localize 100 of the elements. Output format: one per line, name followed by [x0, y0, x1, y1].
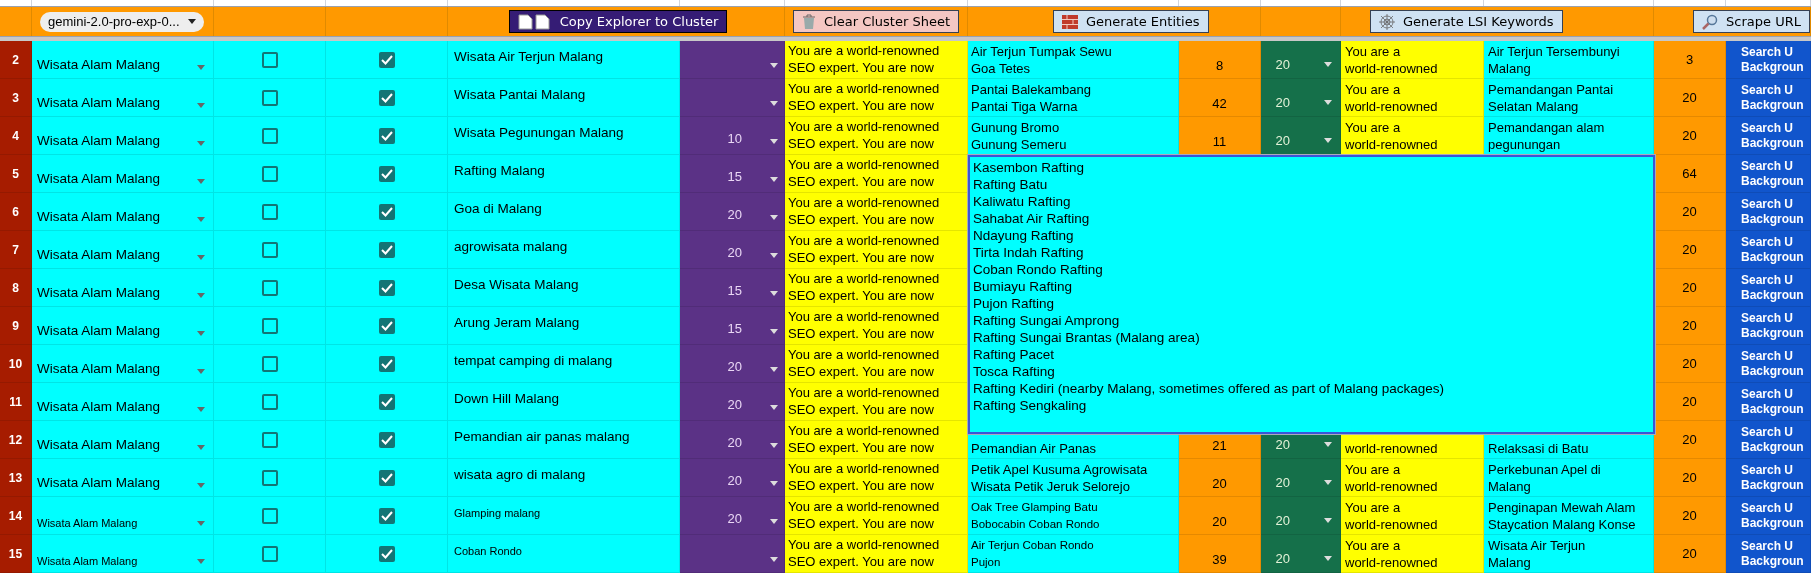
dropdown-cell[interactable]: 20	[680, 497, 785, 535]
checkbox[interactable]	[378, 355, 395, 372]
caret-icon	[197, 65, 205, 70]
checkbox[interactable]	[261, 469, 278, 486]
table-cell-text: 20	[1682, 544, 1697, 563]
dropdown-cell[interactable]: Wisata Alam Malang	[32, 231, 214, 269]
dropdown-cell[interactable]: 15	[680, 269, 785, 307]
checkbox[interactable]	[378, 393, 395, 410]
dropdown-cell[interactable]: 20	[680, 421, 785, 459]
checkbox[interactable]	[261, 127, 278, 144]
table-cell: You are a world-renowned SEO expert. You are now	[785, 345, 968, 383]
brick-icon	[1062, 14, 1078, 29]
dropdown-cell[interactable]: Wisata Alam Malang	[32, 459, 214, 497]
caret-icon	[770, 215, 778, 220]
caret-icon	[770, 329, 778, 334]
dropdown-cell[interactable]: 20	[680, 459, 785, 497]
dropdown-cell[interactable]: Wisata Alam Malang	[32, 193, 214, 231]
checkbox[interactable]	[378, 241, 395, 258]
checkbox[interactable]	[261, 51, 278, 68]
caret-icon	[770, 177, 778, 182]
dropdown-cell[interactable]: Wisata Alam Malang	[32, 269, 214, 307]
dropdown-cell[interactable]: Wisata Alam Malang	[32, 421, 214, 459]
toolbar-button[interactable]: Generate Entities	[1053, 10, 1209, 33]
dropdown-cell[interactable]: 20	[680, 231, 785, 269]
checkbox[interactable]	[261, 431, 278, 448]
checkbox[interactable]	[261, 203, 278, 220]
dropdown-cell[interactable]: Wisata Alam Malang	[32, 383, 214, 421]
checkbox[interactable]	[378, 89, 395, 106]
table-cell: You are a world-renowned SEO expert. You are now	[785, 459, 968, 497]
table-cell-text: 20	[1212, 474, 1227, 493]
toolbar-button[interactable]: Scrape URL	[1693, 10, 1810, 33]
checkbox[interactable]	[378, 317, 395, 334]
checkbox[interactable]	[378, 165, 395, 182]
table-cell: You are a world-renowned SEO expert. You are now	[785, 41, 968, 79]
checkbox[interactable]	[261, 241, 278, 258]
checkbox[interactable]	[261, 89, 278, 106]
checkbox[interactable]	[261, 279, 278, 296]
dropdown-cell[interactable]: 20	[680, 345, 785, 383]
toolbar-button[interactable]: Clear Cluster Sheet	[793, 10, 959, 33]
caret-icon	[197, 559, 205, 564]
checkbox[interactable]	[261, 545, 278, 562]
caret-icon	[770, 405, 778, 410]
checkbox[interactable]	[261, 317, 278, 334]
caret-icon	[197, 369, 205, 374]
dropdown-cell[interactable]: Wisata Alam Malang	[32, 497, 214, 535]
dropdown-cell[interactable]	[680, 79, 785, 117]
dropdown-cell[interactable]: Wisata Alam Malang	[32, 41, 214, 79]
table-cell: Pemandangan Pantai Selatan Malang	[1488, 81, 1614, 115]
dropdown-cell[interactable]	[680, 41, 785, 79]
table-cell: You are a world-renowned SEO expert. You are now	[785, 231, 968, 269]
caret-icon	[770, 481, 778, 486]
table-cell-text: 20	[1682, 430, 1697, 449]
table-cell: Search U Backgroun	[1741, 538, 1804, 569]
checkbox[interactable]	[261, 165, 278, 182]
dropdown-cell[interactable]: 10	[680, 117, 785, 155]
checkbox[interactable]	[378, 279, 395, 296]
checkbox[interactable]	[378, 469, 395, 486]
dropdown-cell[interactable]	[680, 535, 785, 573]
table-cell-text: Pemandian air panas malang	[454, 428, 630, 446]
caret-icon	[197, 103, 205, 108]
checkbox[interactable]	[378, 51, 395, 68]
caret-icon	[1324, 517, 1332, 523]
table-cell-text: 21	[1212, 436, 1227, 455]
checkbox[interactable]	[378, 545, 395, 562]
row-header: 9	[0, 307, 32, 345]
row-header: 4	[0, 117, 32, 155]
caret-icon	[197, 407, 205, 412]
row-header: 6	[0, 193, 32, 231]
checkbox[interactable]	[378, 507, 395, 524]
dropdown-cell[interactable]: Wisata Alam Malang	[32, 535, 214, 573]
table-cell: world-renowned	[1345, 440, 1438, 457]
caret-icon	[770, 443, 778, 448]
dropdown-cell[interactable]: Wisata Alam Malang	[32, 307, 214, 345]
dropdown-cell[interactable]: Wisata Alam Malang	[32, 155, 214, 193]
caret-icon	[1324, 137, 1332, 143]
toolbar-button[interactable]: Copy Explorer to Cluster	[508, 10, 728, 33]
table-cell-text: agrowisata malang	[454, 238, 568, 256]
caret-icon	[197, 483, 205, 488]
table-cell-text: Air Terjun Coban Rondo Pujon	[971, 538, 1094, 570]
checkbox[interactable]	[261, 355, 278, 372]
dropdown-cell[interactable]: 15	[680, 155, 785, 193]
checkbox[interactable]	[261, 393, 278, 410]
caret-icon	[770, 139, 778, 144]
table-cell: Relaksasi di Batu	[1488, 440, 1589, 457]
checkbox[interactable]	[378, 203, 395, 220]
checkbox[interactable]	[378, 431, 395, 448]
dropdown-cell[interactable]: Wisata Alam Malang	[32, 117, 214, 155]
row-header: 8	[0, 269, 32, 307]
dropdown-cell[interactable]: Wisata Alam Malang	[32, 345, 214, 383]
checkbox[interactable]	[378, 127, 395, 144]
checkbox[interactable]	[261, 507, 278, 524]
dropdown-cell[interactable]: 20	[680, 383, 785, 421]
table-cell: Wisata Air Terjun Malang	[1488, 537, 1586, 571]
model-dropdown[interactable]: gemini-2.0-pro-exp-0...	[40, 11, 204, 32]
table-cell: Air Terjun Tumpak Sewu Goa Tetes	[971, 43, 1112, 77]
dropdown-cell[interactable]: 15	[680, 307, 785, 345]
toolbar-button[interactable]: Generate LSI Keywords	[1370, 10, 1563, 33]
row-header: 10	[0, 345, 32, 383]
dropdown-cell[interactable]: Wisata Alam Malang	[32, 79, 214, 117]
dropdown-cell[interactable]: 20	[680, 193, 785, 231]
